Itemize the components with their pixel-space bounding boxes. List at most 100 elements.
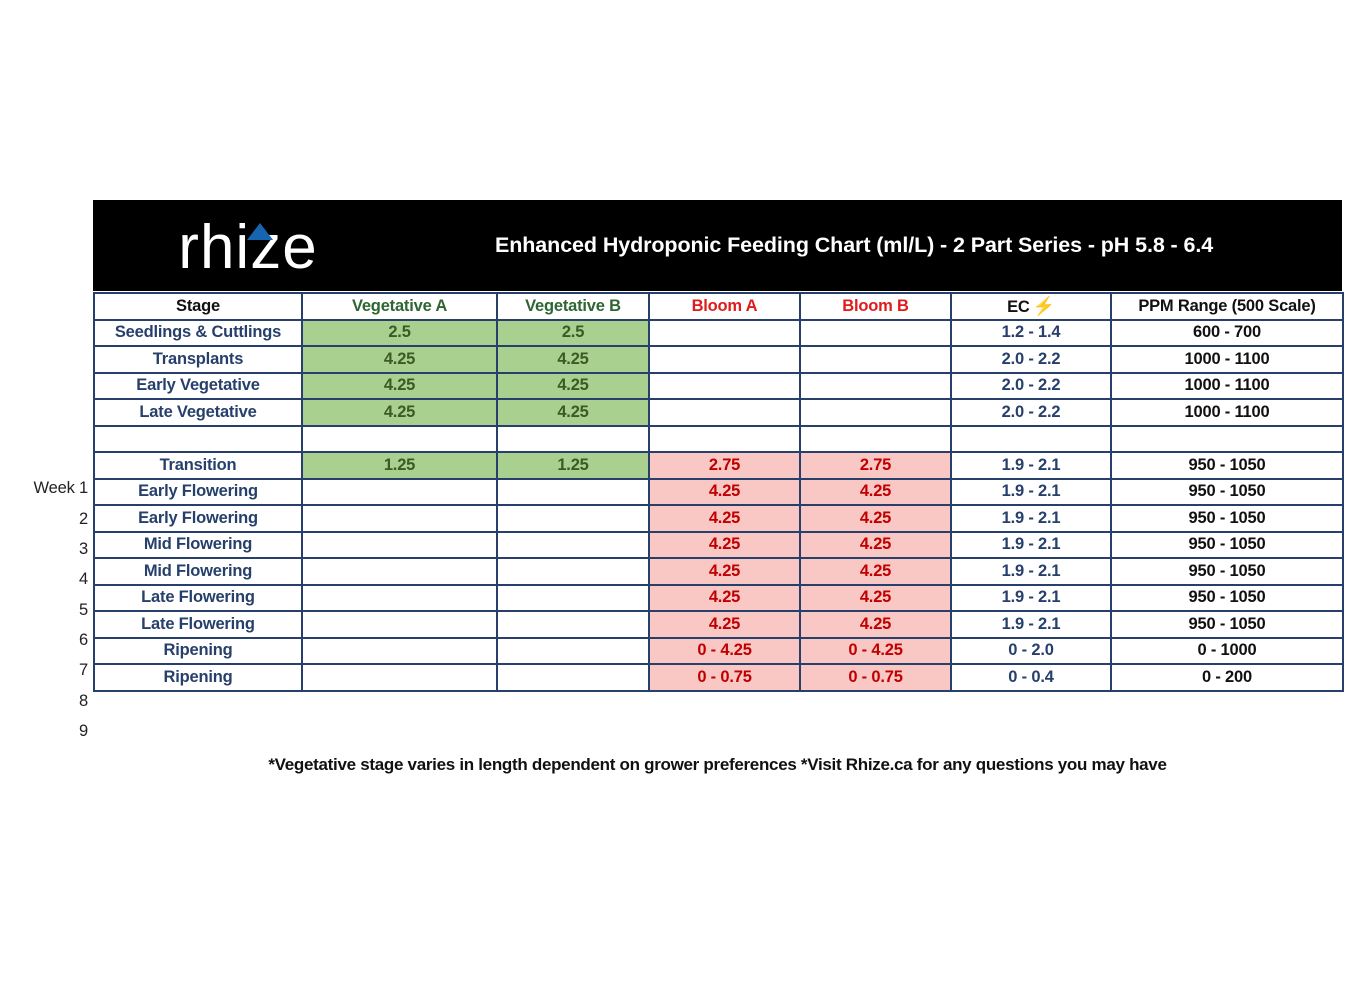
table-row: Early Flowering 4.25 4.25 1.9 - 2.1 950 - 10…	[93, 504, 1344, 533]
cell-ec: 0 - 0.4	[950, 663, 1112, 692]
cell-vegetative-b: 4.25	[496, 398, 650, 427]
cell-vegetative-a	[301, 424, 498, 453]
chart-title: Enhanced Hydroponic Feeding Chart (ml/L)…	[495, 233, 1214, 257]
cell-ppm	[1110, 424, 1344, 453]
week-label-row-13: 9	[79, 721, 88, 740]
footer-note: *Vegetative stage varies in length depen…	[268, 755, 1167, 774]
column-header-bloom-b: Bloom B	[799, 292, 952, 321]
column-header-ec: EC ⚡	[950, 292, 1112, 321]
cell-vegetative-a	[301, 504, 498, 533]
cell-bloom-b	[799, 398, 952, 427]
cell-bloom-b: 4.25	[799, 610, 952, 639]
column-header-ppm: PPM Range (500 Scale)	[1110, 292, 1344, 321]
week-label-row-12: 8	[79, 691, 88, 710]
cell-vegetative-b: 1.25	[496, 451, 650, 480]
table-row	[93, 424, 1344, 453]
cell-vegetative-b	[496, 557, 650, 586]
cell-ppm: 950 - 1050	[1110, 583, 1344, 612]
cell-ppm: 0 - 200	[1110, 663, 1344, 692]
cell-bloom-b: 2.75	[799, 451, 952, 480]
cell-bloom-b: 4.25	[799, 583, 952, 612]
cell-ppm: 1000 - 1100	[1110, 398, 1344, 427]
cell-ec: 1.2 - 1.4	[950, 318, 1112, 347]
column-header-vegetative-b: Vegetative B	[496, 292, 650, 321]
week-label-row-10: 6	[79, 630, 88, 649]
cell-stage: Ripening	[93, 636, 303, 665]
cell-bloom-b	[799, 424, 952, 453]
week-label-row-2	[0, 383, 91, 413]
cell-vegetative-b	[496, 530, 650, 559]
cell-ec: 2.0 - 2.2	[950, 398, 1112, 427]
cell-stage: Transition	[93, 451, 303, 480]
table-row: Late Flowering 4.25 4.25 1.9 - 2.1 950 - 105…	[93, 583, 1344, 612]
cell-stage: Ripening	[93, 663, 303, 692]
week-label-row-5: Week 1	[33, 479, 89, 498]
cell-ec: 2.0 - 2.2	[950, 371, 1112, 400]
week-label-row-6: 2	[79, 509, 88, 528]
cell-ppm: 950 - 1050	[1110, 477, 1344, 506]
feeding-chart-table-wrapper: Stage Vegetative A Vegetative B Bloom A …	[93, 292, 1344, 692]
column-header-stage: Stage	[93, 292, 303, 321]
cell-stage: Mid Flowering	[93, 530, 303, 559]
cell-stage: Late Vegetative	[93, 398, 303, 427]
cell-stage: Early Vegetative	[93, 371, 303, 400]
cell-vegetative-a	[301, 530, 498, 559]
cell-vegetative-a	[301, 663, 498, 692]
table-row: Transition 1.25 1.25 2.75 2.75 1.9 - 2.1 950 -…	[93, 451, 1344, 480]
cell-bloom-a: 4.25	[648, 504, 801, 533]
cell-vegetative-a: 4.25	[301, 398, 498, 427]
table-row: Transplants 4.25 4.25 2.0 - 2.2 1000 - 1100	[93, 345, 1344, 374]
cell-ec: 1.9 - 2.1	[950, 530, 1112, 559]
cell-ppm: 950 - 1050	[1110, 610, 1344, 639]
cell-vegetative-a	[301, 636, 498, 665]
cell-vegetative-a	[301, 610, 498, 639]
logo-wordmark: rhize	[178, 213, 317, 279]
table-row: Early Flowering 4.25 4.25 1.9 - 2.1 950 - 10…	[93, 477, 1344, 506]
cell-vegetative-b	[496, 504, 650, 533]
column-header-bloom-a: Bloom A	[648, 292, 801, 321]
cell-vegetative-b: 4.25	[496, 371, 650, 400]
cell-bloom-b: 4.25	[799, 530, 952, 559]
cell-ppm: 1000 - 1100	[1110, 345, 1344, 374]
cell-stage: Late Flowering	[93, 610, 303, 639]
cell-bloom-a	[648, 371, 801, 400]
cell-bloom-b	[799, 318, 952, 347]
week-label-header	[0, 292, 91, 322]
cell-ppm: 0 - 1000	[1110, 636, 1344, 665]
week-label-row-0	[0, 322, 91, 352]
cell-ppm: 950 - 1050	[1110, 530, 1344, 559]
cell-bloom-a: 4.25	[648, 477, 801, 506]
cell-vegetative-b	[496, 477, 650, 506]
table-row: Ripening 0 - 0.75 0 - 0.75 0 - 0.4 0 - 200	[93, 663, 1344, 692]
cell-ec: 1.9 - 2.1	[950, 451, 1112, 480]
cell-ec: 1.9 - 2.1	[950, 477, 1112, 506]
cell-bloom-a	[648, 398, 801, 427]
table-body: Seedlings & Cuttlings 2.5 2.5 1.2 - 1.4 600 …	[93, 318, 1344, 692]
cell-bloom-b	[799, 371, 952, 400]
rhize-logo: rhize	[93, 200, 403, 291]
cell-ec: 0 - 2.0	[950, 636, 1112, 665]
cell-bloom-a	[648, 345, 801, 374]
column-header-vegetative-a: Vegetative A	[301, 292, 498, 321]
cell-bloom-b	[799, 345, 952, 374]
cell-bloom-a: 4.25	[648, 610, 801, 639]
cell-stage: Early Flowering	[93, 504, 303, 533]
cell-ppm: 1000 - 1100	[1110, 371, 1344, 400]
cell-bloom-a	[648, 318, 801, 347]
feeding-chart-page: rhize Enhanced Hydroponic Feeding Chart …	[0, 0, 1366, 996]
table-row: Late Vegetative 4.25 4.25 2.0 - 2.2 1000 - 1…	[93, 398, 1344, 427]
cell-vegetative-a: 2.5	[301, 318, 498, 347]
cell-bloom-b: 0 - 4.25	[799, 636, 952, 665]
cell-ppm: 600 - 700	[1110, 318, 1344, 347]
cell-bloom-a	[648, 424, 801, 453]
cell-stage: Seedlings & Cuttlings	[93, 318, 303, 347]
week-label-column: Week 1 2 3 4 5 6 7 8 9	[0, 292, 91, 746]
cell-bloom-b: 0 - 0.75	[799, 663, 952, 692]
cell-ppm: 950 - 1050	[1110, 557, 1344, 586]
cell-ec	[950, 424, 1112, 453]
table-row: Seedlings & Cuttlings 2.5 2.5 1.2 - 1.4 600 …	[93, 318, 1344, 347]
cell-vegetative-a	[301, 477, 498, 506]
table-row: Mid Flowering 4.25 4.25 1.9 - 2.1 950 - 1050	[93, 557, 1344, 586]
table-row: Early Vegetative 4.25 4.25 2.0 - 2.2 1000 - …	[93, 371, 1344, 400]
cell-bloom-a: 4.25	[648, 557, 801, 586]
